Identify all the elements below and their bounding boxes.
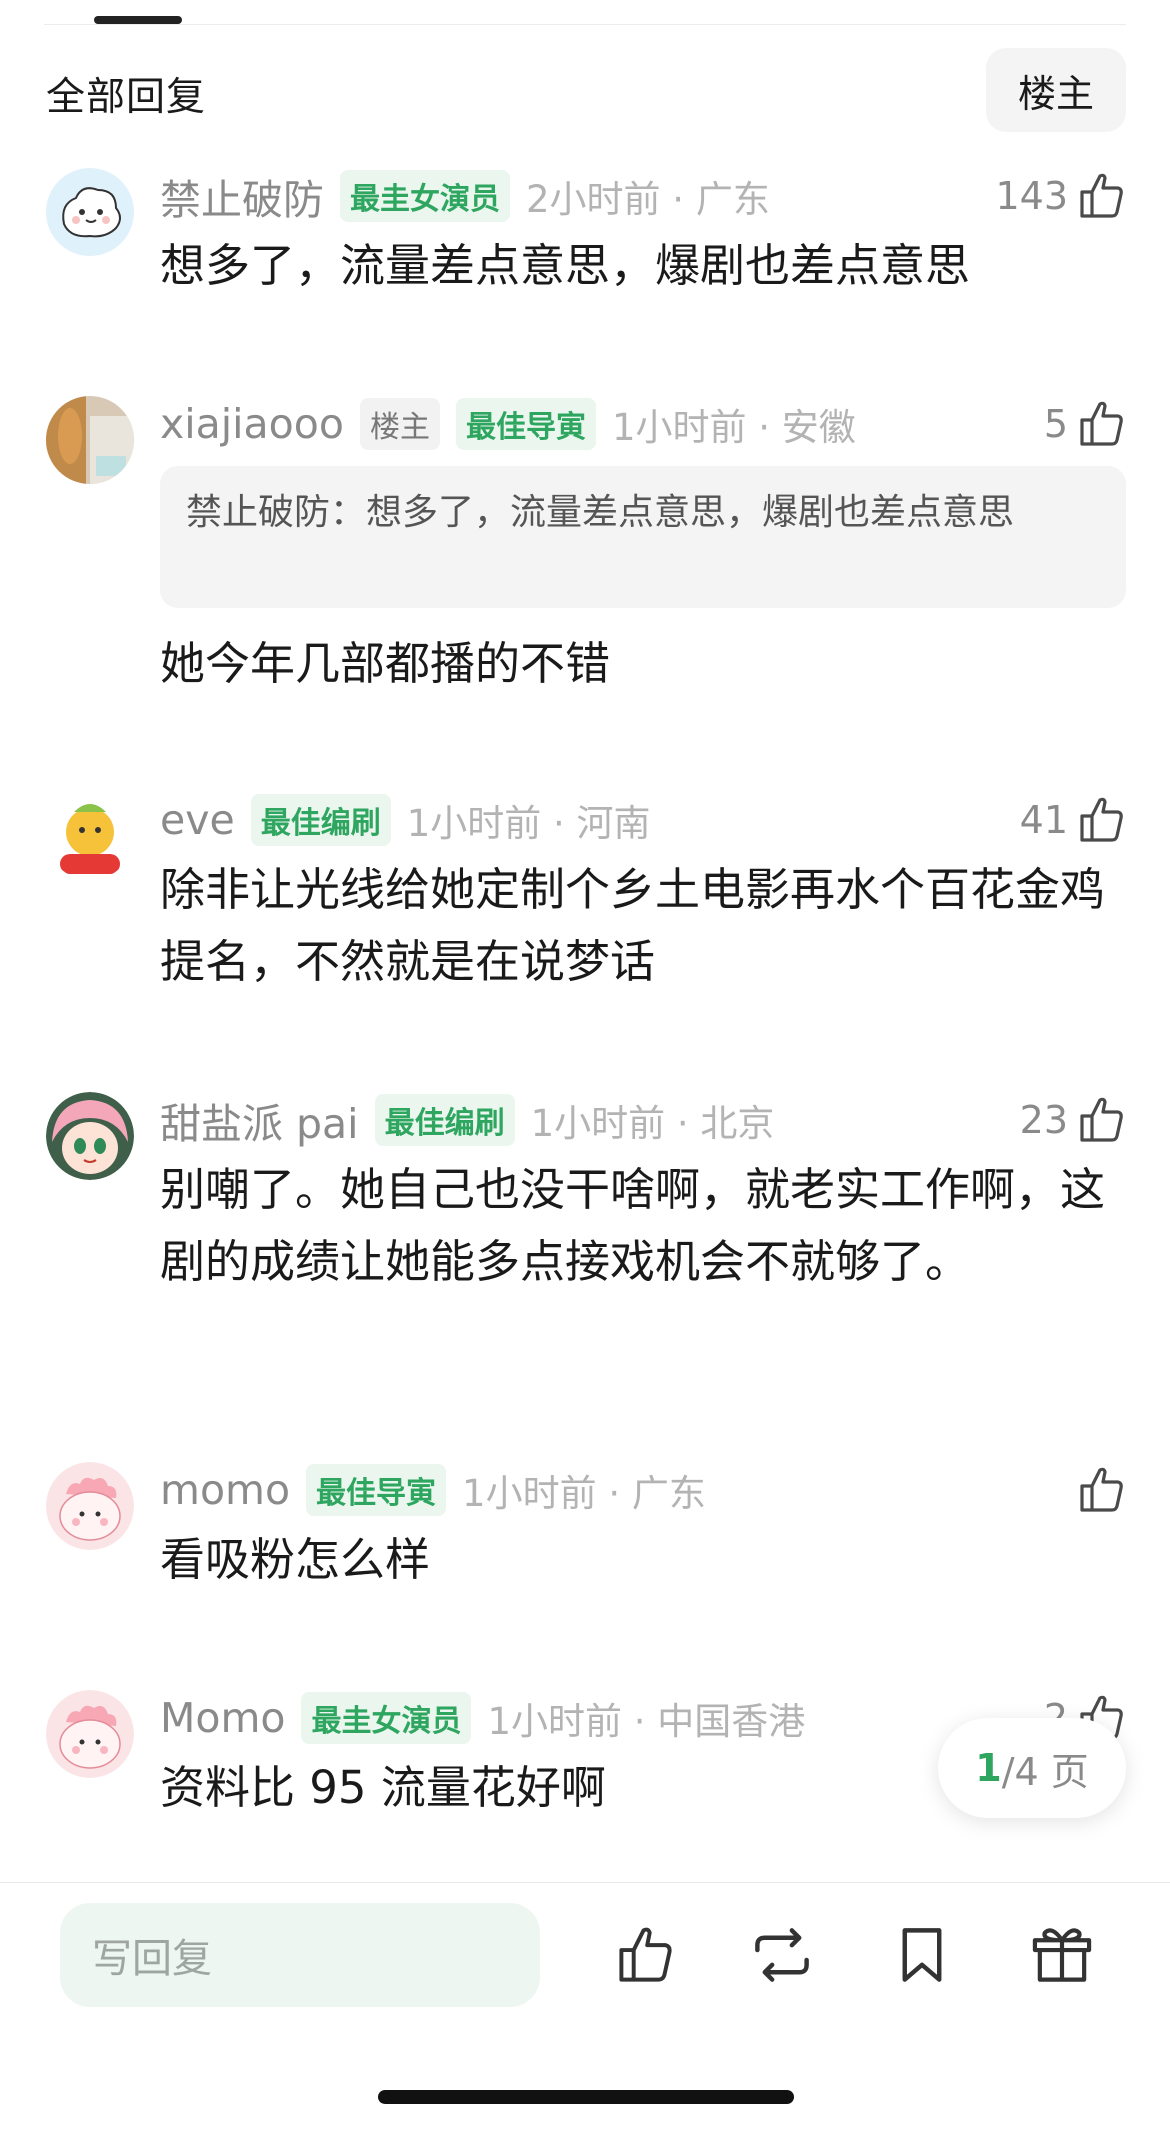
- thumbs-up-icon[interactable]: [1078, 1464, 1126, 1516]
- current-page: 1: [975, 1746, 1002, 1790]
- page-indicator[interactable]: 1 /4 页: [938, 1718, 1126, 1818]
- comment-item: 甜盐派 pai 最佳编刷 1小时前 · 北京 23 别嘲了。她自己也没干啥啊，就…: [0, 1090, 1170, 1380]
- op-only-filter-button[interactable]: 楼主: [986, 48, 1126, 132]
- top-divider: [44, 24, 1126, 25]
- pink-blob-avatar-icon: [46, 1690, 134, 1778]
- thumbs-up-icon[interactable]: [1078, 170, 1126, 222]
- award-badge: 最圭女演员: [340, 170, 510, 222]
- repost-icon[interactable]: [750, 1923, 814, 1987]
- comment-item: 禁止破防 最圭女演员 2小时前 · 广东 143 想多了，流量差点意思，爆剧也差…: [0, 166, 1170, 316]
- photo-avatar-icon: [46, 396, 134, 484]
- username[interactable]: momo: [160, 1466, 290, 1514]
- comment-text: 想多了，流量差点意思，爆剧也差点意思: [160, 239, 971, 292]
- gift-icon[interactable]: [1030, 1923, 1094, 1987]
- award-badge: 最圭女演员: [301, 1692, 472, 1744]
- bottom-action-bar: 写回复: [0, 1883, 1170, 2083]
- user-avatar[interactable]: [46, 1690, 134, 1778]
- quoted-reply[interactable]: 禁止破防：想多了，流量差点意思，爆剧也差点意思: [160, 466, 1126, 608]
- like-count: 41: [1019, 798, 1068, 842]
- username[interactable]: xiajiaooo: [160, 400, 344, 448]
- user-avatar[interactable]: [46, 1462, 134, 1550]
- comment-text: 看吸粉怎么样: [160, 1533, 431, 1586]
- time-location: 1小时前 · 北京: [530, 1102, 775, 1145]
- replies-header: 全部回复 楼主: [0, 48, 1170, 136]
- time-location: 1小时前 · 广东: [462, 1472, 706, 1515]
- award-badge: 最佳编刷: [374, 1094, 515, 1146]
- like-count: 23: [1019, 1098, 1068, 1142]
- comment-text: 别嘲了。她自己也没干啥啊，就老实工作啊，这剧的成绩让她能多点接戏机会不就够了。: [160, 1163, 1106, 1288]
- reply-input[interactable]: 写回复: [60, 1903, 540, 2007]
- like-count: 143: [995, 174, 1068, 218]
- like-control[interactable]: 23: [1020, 1090, 1126, 1150]
- like-control[interactable]: 5: [1044, 394, 1126, 454]
- comment-meta: eve 最佳编刷 1小时前 · 河南: [160, 790, 651, 850]
- bookmark-icon[interactable]: [890, 1923, 954, 1987]
- replies-section-title: 全部回复: [46, 75, 207, 120]
- pink-blob-avatar-icon: [46, 1462, 134, 1550]
- total-pages: /4 页: [1001, 1749, 1089, 1794]
- user-avatar[interactable]: [46, 396, 134, 484]
- like-count: 5: [1043, 402, 1068, 446]
- like-icon[interactable]: [614, 1923, 678, 1987]
- thumbs-up-icon[interactable]: [1078, 1094, 1126, 1146]
- award-badge: 最佳导寅: [455, 398, 596, 450]
- username[interactable]: Momo: [160, 1694, 285, 1742]
- home-indicator: [378, 2090, 794, 2104]
- comment-meta: 禁止破防 最圭女演员 2小时前 · 广东: [160, 166, 770, 226]
- comment-text: 除非让光线给她定制个乡土电影再水个百花金鸡提名，不然就是在说梦话: [160, 863, 1106, 988]
- username[interactable]: 甜盐派 pai: [160, 1090, 359, 1150]
- comment-meta: xiajiaooo 楼主 最佳导寅 1小时前 · 安徽: [160, 394, 856, 454]
- user-avatar[interactable]: [46, 792, 134, 880]
- smiling-cloud-avatar-icon: [46, 168, 134, 256]
- active-tab-indicator: [94, 16, 182, 24]
- comment-meta: 甜盐派 pai 最佳编刷 1小时前 · 北京: [160, 1090, 774, 1150]
- time-location: 1小时前 · 中国香港: [487, 1700, 806, 1743]
- op-badge: 楼主: [359, 398, 440, 450]
- thumbs-up-icon[interactable]: [1078, 398, 1126, 450]
- comment-item: momo 最佳导寅 1小时前 · 广东 看吸粉怎么样: [0, 1460, 1170, 1600]
- comment-meta: Momo 最圭女演员 1小时前 · 中国香港: [160, 1688, 805, 1748]
- user-avatar[interactable]: [46, 168, 134, 256]
- time-location: 1小时前 · 安徽: [611, 406, 856, 449]
- username[interactable]: eve: [160, 796, 235, 844]
- comment-item: xiajiaooo 楼主 最佳导寅 1小时前 · 安徽 5 禁止破防：想多了，流…: [0, 394, 1170, 724]
- comment-item: eve 最佳编刷 1小时前 · 河南 41 除非让光线给她定制个乡土电影再水个百…: [0, 790, 1170, 1000]
- comment-meta: momo 最佳导寅 1小时前 · 广东: [160, 1460, 706, 1520]
- time-location: 2小时前 · 广东: [526, 178, 770, 221]
- thumbs-up-icon[interactable]: [1078, 794, 1126, 846]
- user-avatar[interactable]: [46, 1092, 134, 1180]
- like-control[interactable]: 143: [995, 166, 1126, 226]
- username[interactable]: 禁止破防: [160, 166, 324, 226]
- cartoon-fruit-avatar-icon: [46, 792, 134, 880]
- like-control[interactable]: 41: [1020, 790, 1126, 850]
- comment-text: 她今年几部都播的不错: [160, 637, 611, 690]
- time-location: 1小时前 · 河南: [406, 802, 651, 845]
- anime-girl-avatar-icon: [46, 1092, 134, 1180]
- award-badge: 最佳导寅: [306, 1464, 447, 1516]
- like-control[interactable]: [1068, 1460, 1126, 1520]
- award-badge: 最佳编刷: [250, 794, 391, 846]
